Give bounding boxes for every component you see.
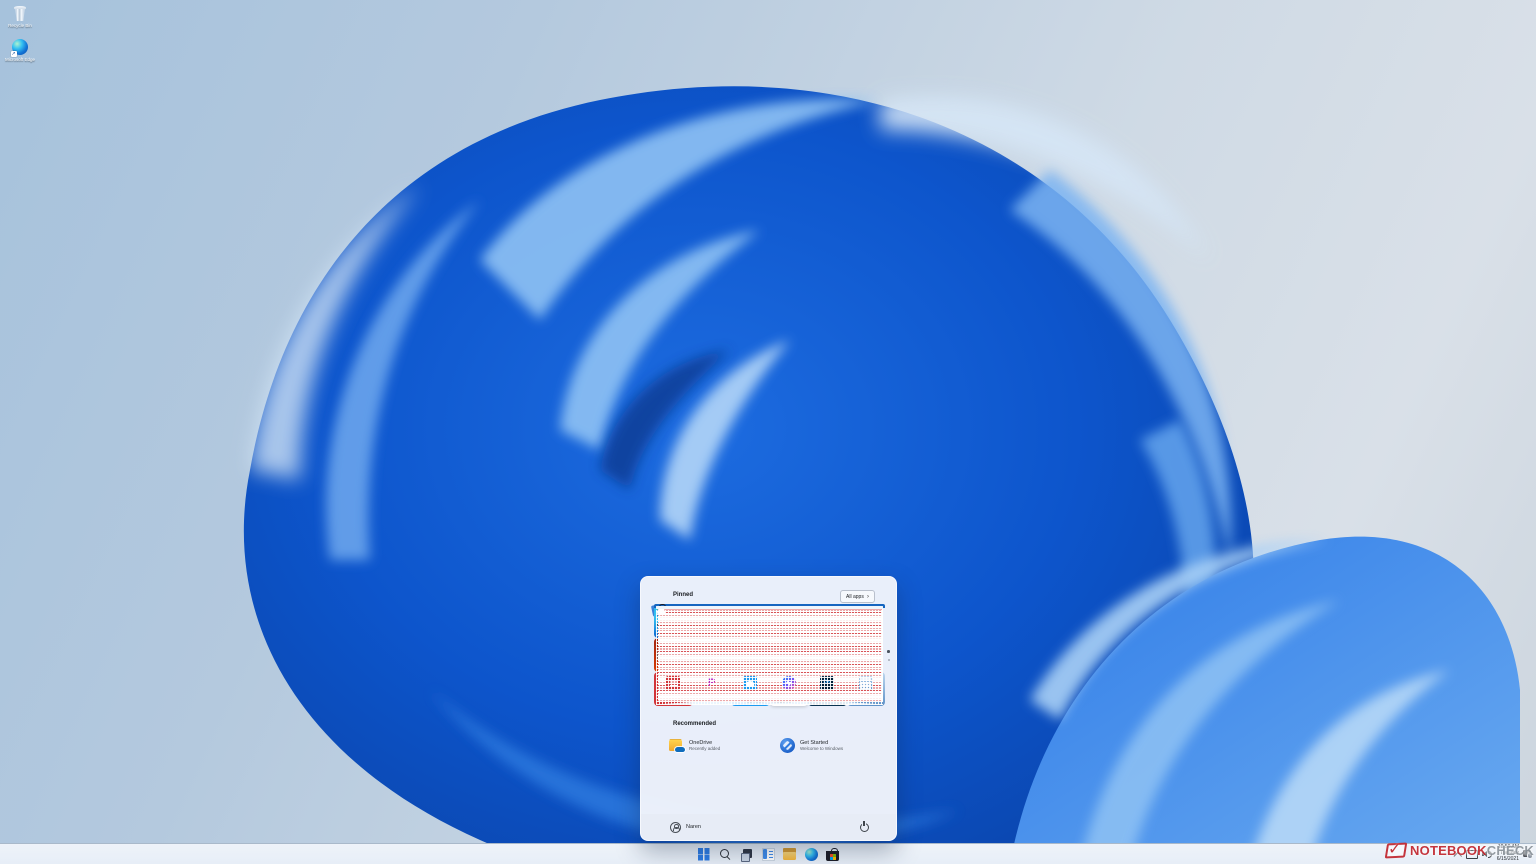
chevron-right-icon: › [866, 592, 869, 600]
desktop-icon-label: Recycle Bin [8, 23, 32, 28]
page-dot-inactive [887, 658, 890, 661]
chevron-up-icon [1454, 851, 1461, 858]
taskbar-icon [761, 847, 775, 861]
desktop-icon-image [12, 5, 28, 21]
recommended-item-icon [780, 738, 795, 753]
desktop-icon[interactable]: Recycle Bin [2, 5, 38, 28]
widgets-button[interactable] [760, 846, 777, 863]
start-menu: Pinned All apps › Microsoft Edge Mail [640, 576, 897, 841]
network-icon [1465, 849, 1478, 859]
recommended-item[interactable]: OneDrive Recently added [665, 735, 768, 756]
desktop: Recycle Bin Microsoft Edge Pinned All ap… [0, 0, 1536, 864]
clock[interactable]: 10:50 AM Tuesday 6/15/2021 [1496, 844, 1519, 862]
task-view-button[interactable] [738, 846, 755, 863]
network-button[interactable] [1465, 848, 1478, 860]
volume-wave-icon [1488, 850, 1493, 858]
file-explorer-button[interactable] [781, 846, 798, 863]
user-avatar-icon [670, 821, 681, 833]
desktop-icon[interactable]: Microsoft Edge [2, 39, 38, 62]
pinned-apps-grid: Microsoft Edge Mail Calendar [654, 604, 885, 706]
taskbar-buttons [695, 844, 841, 864]
volume-button[interactable] [1481, 848, 1494, 860]
recommended-item-icon [669, 738, 685, 753]
edge-taskbar-button[interactable] [803, 846, 820, 863]
all-apps-label: All apps [846, 593, 864, 600]
taskbar-icon [740, 848, 753, 862]
user-account-button[interactable]: Naren [670, 821, 701, 833]
taskbar-icon [826, 847, 839, 861]
taskbar-icon [783, 848, 796, 861]
system-tray: 10:50 AM Tuesday 6/15/2021 [1453, 844, 1534, 864]
desktop-icon-image [10, 39, 28, 57]
pinned-app-tile[interactable]: Calculator [846, 672, 885, 706]
tray-overflow-button[interactable] [1453, 850, 1462, 859]
pinned-page-dots [887, 650, 890, 661]
taskbar-icon [697, 848, 710, 861]
recommended-item[interactable]: Get Started Welcome to Windows [776, 735, 879, 756]
clock-date: 6/15/2021 [1496, 855, 1519, 862]
app-icon [858, 676, 873, 690]
page-dot-active [887, 650, 890, 653]
taskbar: 10:50 AM Tuesday 6/15/2021 [0, 843, 1536, 864]
recommended-section-label: Recommended [673, 721, 717, 727]
desktop-icon-label: Microsoft Edge [4, 57, 35, 62]
recommended-item-subtitle: Recently added [689, 746, 721, 751]
pinned-section-label: Pinned [673, 592, 694, 598]
app-label: Calculator [854, 691, 877, 697]
start-menu-user-bar: Naren [641, 814, 896, 840]
taskbar-icon [719, 848, 732, 861]
user-name: Naren [686, 824, 701, 830]
notification-center-button[interactable] [1522, 849, 1534, 860]
volume-icon [1481, 849, 1493, 859]
all-apps-button[interactable]: All apps › [840, 590, 875, 603]
search-button[interactable] [717, 846, 734, 863]
notification-icon [1523, 849, 1533, 859]
recommended-item-subtitle: Welcome to Windows [800, 746, 844, 751]
start-button[interactable] [695, 846, 712, 863]
recommended-list: OneDrive Recently added Get Started Welc… [665, 735, 879, 756]
power-button[interactable] [858, 821, 870, 833]
store-taskbar-button[interactable] [824, 846, 841, 863]
desktop-icon-list: Recycle Bin Microsoft Edge [2, 5, 38, 62]
taskbar-icon [804, 847, 818, 861]
